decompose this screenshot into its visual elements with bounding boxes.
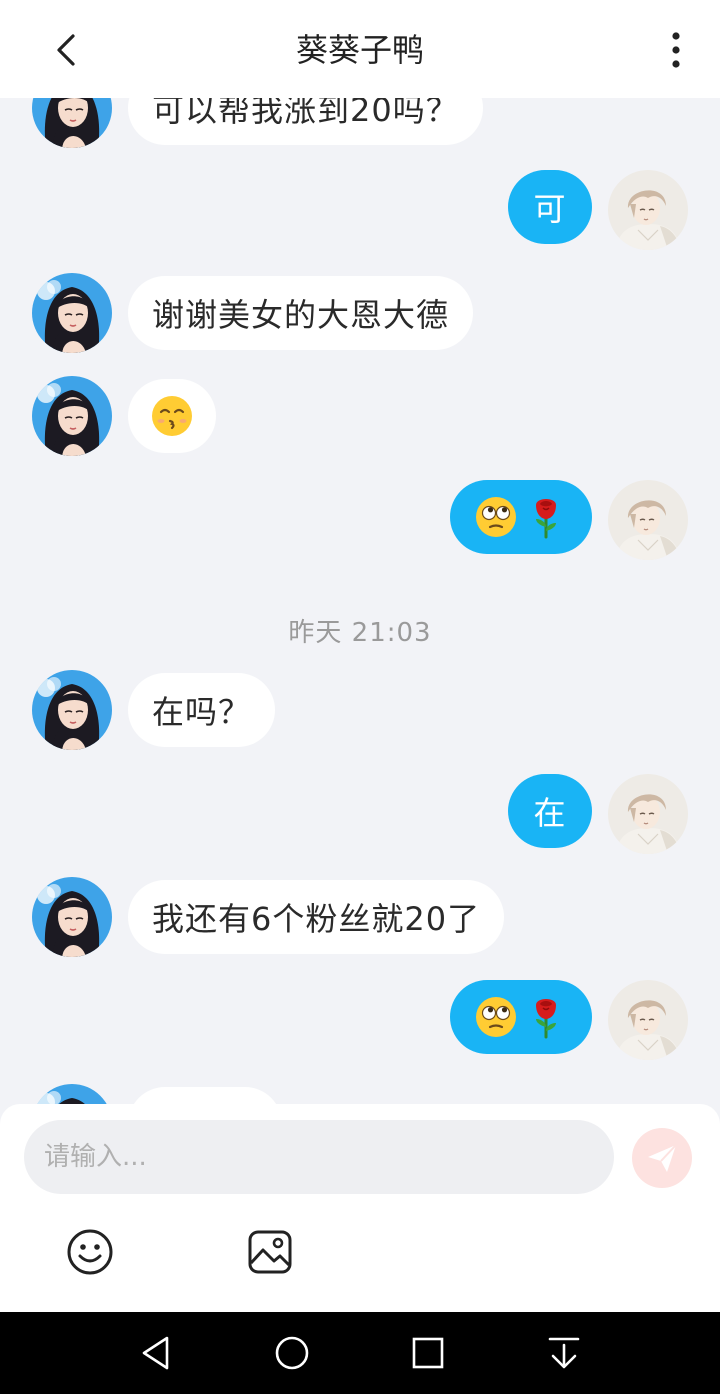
message-bubble[interactable]: 我还有6个粉丝就20了 [128, 880, 505, 954]
contact-avatar[interactable] [32, 1084, 112, 1104]
my-avatar[interactable] [608, 980, 688, 1060]
my-avatar[interactable] [608, 170, 688, 250]
contact-avatar[interactable] [32, 98, 112, 148]
message-bubble[interactable]: 谢谢美女的大恩大德 [128, 276, 474, 350]
smiley-icon [67, 1229, 113, 1275]
message-bubble[interactable]: 可 [508, 170, 592, 244]
rose-emoji-icon [524, 495, 568, 539]
system-navigation-bar [0, 1312, 720, 1394]
contact-avatar[interactable] [32, 376, 112, 456]
image-icon [248, 1230, 292, 1274]
emoji-button[interactable] [66, 1228, 114, 1276]
rolling-eyes-emoji-icon [474, 495, 518, 539]
message-bubble[interactable]: 在吗？ [128, 673, 276, 747]
message-bubble[interactable] [128, 379, 216, 453]
my-avatar[interactable] [608, 480, 688, 560]
nav-back-button[interactable] [132, 1329, 180, 1377]
home-circle-icon [275, 1336, 309, 1370]
message-list[interactable]: 可以帮我涨到20吗？ 可 谢谢美女的大恩大德 昨天 21:03 在吗？ 在 我还… [0, 98, 720, 1104]
message-timestamp: 昨天 21:03 [288, 618, 432, 648]
message-bubble[interactable] [128, 1087, 282, 1104]
contact-name-title: 葵葵子鸭 [295, 31, 424, 69]
message-bubble[interactable] [450, 980, 592, 1054]
nav-notifications-button[interactable] [540, 1329, 588, 1377]
nav-recents-button[interactable] [404, 1329, 452, 1377]
rolling-eyes-emoji-icon [474, 995, 518, 1039]
chat-header: 葵葵子鸭 [0, 0, 720, 98]
rose-emoji-icon [524, 995, 568, 1039]
message-composer [0, 1104, 720, 1312]
kissing-face-emoji-icon [150, 394, 194, 438]
message-input[interactable] [24, 1120, 614, 1194]
my-avatar[interactable] [608, 774, 688, 854]
recents-square-icon [412, 1337, 444, 1369]
nav-home-button[interactable] [268, 1329, 316, 1377]
notification-pull-icon [548, 1337, 580, 1369]
send-icon [648, 1144, 677, 1172]
message-bubble[interactable]: 在 [508, 774, 592, 848]
more-options-button[interactable] [654, 28, 698, 72]
more-vertical-icon [672, 32, 680, 68]
contact-avatar[interactable] [32, 877, 112, 957]
back-triangle-icon [142, 1336, 169, 1370]
message-bubble[interactable] [450, 480, 592, 554]
contact-avatar[interactable] [32, 273, 112, 353]
send-button[interactable] [632, 1128, 692, 1188]
contact-avatar[interactable] [32, 670, 112, 750]
image-picker-button[interactable] [246, 1228, 294, 1276]
message-bubble[interactable]: 可以帮我涨到20吗？ [128, 98, 483, 145]
